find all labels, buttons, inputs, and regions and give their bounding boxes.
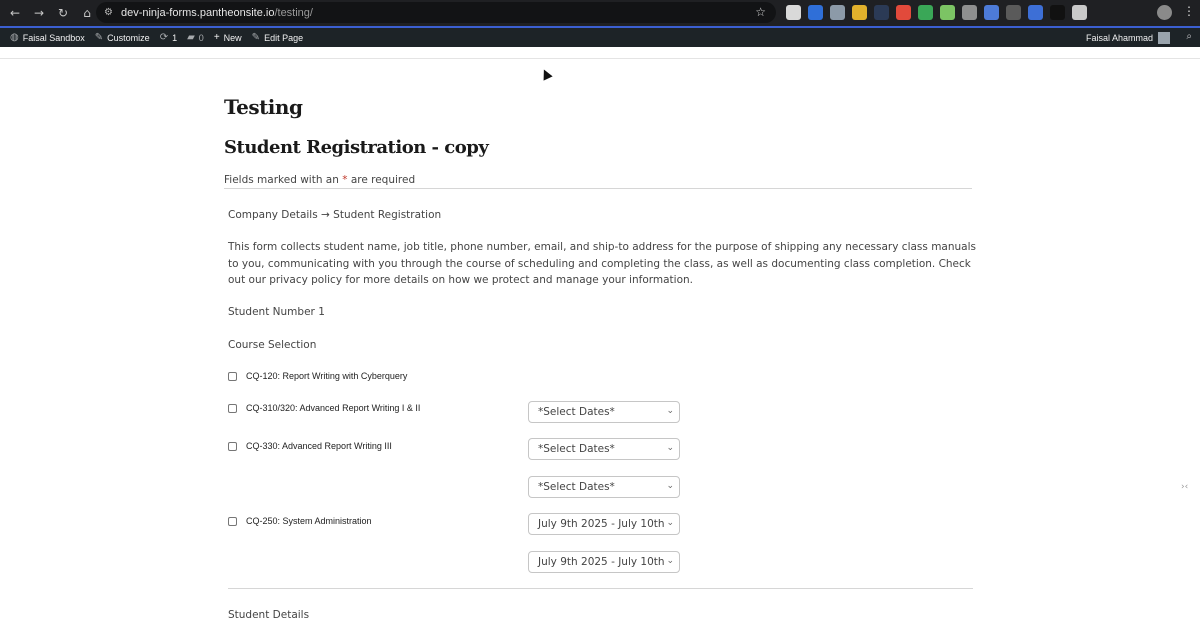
collapse-icon[interactable]: ›‹ [1181, 482, 1195, 494]
course-checkbox[interactable] [228, 403, 237, 413]
select-value: *Select Dates* [538, 443, 615, 455]
extension-icon[interactable] [962, 5, 977, 20]
breadcrumb: Company Details → Student Registration [228, 209, 442, 221]
course-option-cq310[interactable]: CQ-310/320: Advanced Report Writing I & … [228, 403, 420, 413]
comment-icon: ▰ [187, 32, 195, 43]
wp-admin-bar: ◍ Faisal Sandbox ✎ Customize ⟳ 1 ▰ 0 + New ✎ E… [0, 28, 1200, 47]
extension-icon[interactable] [1006, 5, 1021, 20]
course-checkbox[interactable] [228, 441, 237, 451]
comments-count: 0 [198, 32, 204, 43]
required-note-prefix: Fields marked with an [224, 174, 343, 186]
date-select-cq310[interactable]: *Select Dates* ⌄ [528, 401, 680, 423]
course-checkbox[interactable] [228, 371, 237, 381]
form-description: This form collects student name, job tit… [228, 241, 976, 286]
account-menu[interactable]: Faisal Ahammad [1086, 28, 1170, 47]
bookmark-star-icon[interactable]: ☆ [755, 5, 766, 19]
section-divider [228, 588, 973, 589]
url-host: dev-ninja-forms.pantheonsite.io [120, 6, 275, 19]
browser-menu-icon[interactable]: ⋮ [1183, 4, 1195, 18]
reload-icon[interactable]: ↻ [54, 4, 72, 22]
student-details-label: Student Details [228, 609, 310, 621]
date-select-cq250[interactable]: July 9th 2025 - July 10th ⌄ [528, 513, 680, 535]
extension-icon[interactable] [940, 5, 955, 20]
updates-icon: ⟳ [159, 32, 169, 43]
form-title: Student Registration - copy [224, 137, 489, 158]
required-note-suffix: are required [347, 174, 416, 186]
extension-icon[interactable] [786, 5, 801, 20]
extension-icon[interactable] [918, 5, 933, 20]
new-label: New [223, 32, 242, 43]
select-value: July 9th 2025 - July 10th [538, 556, 665, 568]
page-title: Testing [224, 95, 303, 119]
pencil-icon: ✎ [251, 32, 261, 43]
mouse-cursor-icon [539, 67, 553, 81]
course-label: CQ-330: Advanced Report Writing III [246, 441, 392, 451]
site-name: Faisal Sandbox [22, 32, 85, 43]
date-select-extra[interactable]: *Select Dates* ⌄ [528, 476, 680, 498]
extension-icon[interactable] [808, 5, 823, 20]
user-name: Faisal Ahammad [1085, 32, 1153, 43]
course-label: CQ-120: Report Writing with Cyberquery [246, 371, 408, 381]
extension-icon[interactable] [1072, 5, 1087, 20]
date-select-cq330[interactable]: *Select Dates* ⌄ [528, 438, 680, 460]
forward-icon[interactable]: → [30, 4, 48, 22]
form-divider [224, 188, 972, 189]
extension-icon[interactable] [984, 5, 999, 20]
extension-icon[interactable] [896, 5, 911, 20]
dashboard-icon: ◍ [10, 32, 19, 43]
extensions-bar [786, 5, 1087, 20]
date-select-cq250-2[interactable]: July 9th 2025 - July 10th ⌄ [528, 551, 680, 573]
course-option-cq120[interactable]: CQ-120: Report Writing with Cyberquery [228, 371, 407, 381]
course-selection-label: Course Selection [228, 339, 317, 351]
customize-link[interactable]: ✎ Customize [95, 32, 150, 43]
header-divider [0, 58, 1200, 59]
course-label: CQ-250: System Administration [246, 516, 372, 526]
page-content: Testing Student Registration - copy Fiel… [224, 95, 984, 189]
required-note: Fields marked with an * are required [224, 174, 984, 186]
extension-icon[interactable] [852, 5, 867, 20]
course-label: CQ-310/320: Advanced Report Writing I & … [246, 403, 421, 413]
select-value: *Select Dates* [538, 406, 615, 418]
updates-count: 1 [172, 32, 178, 43]
customize-label: Customize [107, 32, 150, 43]
user-avatar [1158, 31, 1170, 44]
chevron-down-icon: ⌄ [666, 443, 674, 453]
extension-icon[interactable] [830, 5, 845, 20]
url-path: /testing/ [274, 6, 313, 19]
updates-link[interactable]: ⟳ 1 [160, 32, 177, 43]
brush-icon: ✎ [94, 32, 104, 43]
site-info-icon[interactable]: ⚙ [104, 7, 113, 18]
new-content-link[interactable]: + New [214, 32, 242, 43]
course-option-cq330[interactable]: CQ-330: Advanced Report Writing III [228, 441, 392, 451]
plus-icon: + [213, 32, 220, 43]
extension-icon[interactable] [1050, 5, 1065, 20]
chevron-down-icon: ⌄ [666, 518, 674, 528]
select-value: *Select Dates* [538, 481, 615, 493]
chevron-down-icon: ⌄ [666, 556, 674, 566]
comments-link[interactable]: ▰ 0 [187, 32, 204, 43]
course-option-cq250[interactable]: CQ-250: System Administration [228, 516, 372, 526]
chevron-down-icon: ⌄ [666, 406, 674, 416]
extension-icon[interactable] [874, 5, 889, 20]
edit-label: Edit Page [264, 32, 304, 43]
search-icon[interactable]: ⌕ [1186, 31, 1192, 42]
extension-icon[interactable] [1028, 5, 1043, 20]
student-number-label: Student Number 1 [228, 306, 325, 318]
edit-page-link[interactable]: ✎ Edit Page [252, 32, 303, 43]
select-value: July 9th 2025 - July 10th [538, 518, 665, 530]
site-name-link[interactable]: ◍ Faisal Sandbox [10, 32, 85, 43]
address-bar[interactable]: ⚙ dev-ninja-forms.pantheonsite.io/testin… [96, 2, 776, 23]
back-icon[interactable]: ← [6, 4, 24, 22]
chevron-down-icon: ⌄ [666, 481, 674, 491]
profile-avatar-icon[interactable] [1157, 5, 1172, 20]
home-icon[interactable]: ⌂ [78, 4, 96, 22]
course-checkbox[interactable] [228, 516, 237, 526]
